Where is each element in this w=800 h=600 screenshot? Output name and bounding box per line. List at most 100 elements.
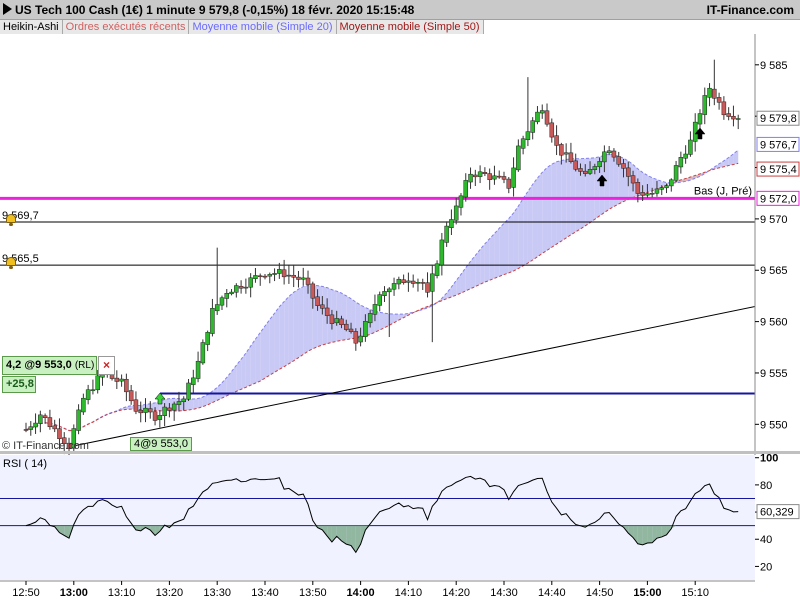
candle-body[interactable] [430,273,435,292]
candle-body[interactable] [324,307,330,316]
candle-body[interactable] [23,429,29,431]
candle-body[interactable] [649,192,655,195]
candle-body[interactable] [229,291,234,295]
candle-body[interactable] [353,331,359,344]
candle-body[interactable] [458,195,464,208]
candle-body[interactable] [224,293,230,299]
candle-body[interactable] [157,415,163,420]
candle-body[interactable] [128,390,134,402]
candle-body[interactable] [305,277,311,285]
candle-body[interactable] [42,415,48,418]
candle-body[interactable] [501,176,507,180]
candle-body[interactable] [176,401,182,405]
candle-body[interactable] [234,285,239,293]
candle-body[interactable] [205,332,210,345]
candle-body[interactable] [453,205,459,221]
candle-body[interactable] [673,165,679,181]
candle-body[interactable] [152,411,158,421]
candle-body[interactable] [344,323,349,330]
candle-body[interactable] [726,113,731,117]
candle-body[interactable] [391,283,397,290]
candle-body[interactable] [487,173,492,180]
candle-body[interactable] [382,291,387,296]
candle-body[interactable] [425,282,430,293]
candle-body[interactable] [143,407,148,413]
candle-body[interactable] [525,131,531,140]
bell-icon[interactable] [4,257,18,269]
candle-body[interactable] [315,296,320,306]
candle-body[interactable] [214,304,220,312]
candle-body[interactable] [516,145,521,171]
candle-body[interactable] [291,274,296,278]
candle-body[interactable] [320,304,325,309]
candle-body[interactable] [406,280,411,283]
candle-body[interactable] [611,150,617,158]
candle-body[interactable] [664,185,669,189]
candle-body[interactable] [563,152,569,155]
candle-body[interactable] [262,275,268,278]
candle-body[interactable] [721,101,727,116]
candle-body[interactable] [415,282,421,284]
candle-body[interactable] [477,171,483,177]
candle-body[interactable] [124,378,129,393]
candle-body[interactable] [559,144,564,156]
candle-body[interactable] [535,111,540,123]
candle-body[interactable] [329,314,335,324]
candle-body[interactable] [587,169,593,174]
order-tag[interactable]: 4@9 553,0 [130,437,192,451]
rsi-label[interactable]: RSI ( 14) [3,458,47,470]
position-box[interactable]: 4,2 @9 553,0 (RL) [2,356,97,375]
candle-body[interactable] [544,110,550,125]
candle-body[interactable] [138,409,143,414]
candle-body[interactable] [645,193,650,196]
candle-body[interactable] [635,182,641,194]
candle-body[interactable] [616,156,621,165]
candle-body[interactable] [573,160,578,170]
candle-body[interactable] [716,97,722,103]
candle-body[interactable] [554,135,559,146]
candle-body[interactable] [683,153,688,159]
candle-body[interactable] [358,335,363,343]
candle-body[interactable] [492,175,497,180]
candle-body[interactable] [47,417,53,428]
candle-body[interactable] [735,118,741,120]
candle-body[interactable] [257,275,263,278]
candle-body[interactable] [171,403,177,411]
price-chart[interactable]: 9 569,79 565,5Bas (J, Pré) 9 5509 5559 5… [0,0,800,600]
candle-body[interactable] [530,120,535,133]
candle-body[interactable] [81,397,86,413]
candle-body[interactable] [52,425,57,430]
candle-body[interactable] [286,274,292,277]
candle-body[interactable] [439,239,445,266]
candle-body[interactable] [496,175,502,178]
close-position-icon[interactable]: × [98,356,115,375]
candle-body[interactable] [38,414,43,424]
candle-body[interactable] [578,168,583,172]
candle-body[interactable] [468,173,473,183]
candle-body[interactable] [549,122,555,138]
candle-body[interactable] [463,180,469,198]
pane-separator[interactable] [0,451,800,454]
candle-body[interactable] [210,308,215,334]
candle-body[interactable] [401,279,406,283]
candle-body[interactable] [339,318,344,326]
candle-body[interactable] [277,269,282,274]
candle-body[interactable] [33,422,38,428]
candle-body[interactable] [348,328,354,332]
candle-body[interactable] [76,409,81,431]
candle-body[interactable] [133,399,139,412]
candle-body[interactable] [444,225,449,243]
candle-body[interactable] [659,187,664,190]
candle-body[interactable] [539,110,545,114]
candle-body[interactable] [602,151,607,163]
candle-body[interactable] [85,389,91,400]
candle-body[interactable] [162,406,167,416]
candle-body[interactable] [640,192,645,196]
candle-body[interactable] [449,219,454,228]
candle-body[interactable] [410,280,416,284]
candle-body[interactable] [420,282,425,284]
candle-body[interactable] [238,285,244,289]
candle-body[interactable] [28,426,34,430]
candle-body[interactable] [473,174,478,178]
candle-body[interactable] [583,170,588,174]
